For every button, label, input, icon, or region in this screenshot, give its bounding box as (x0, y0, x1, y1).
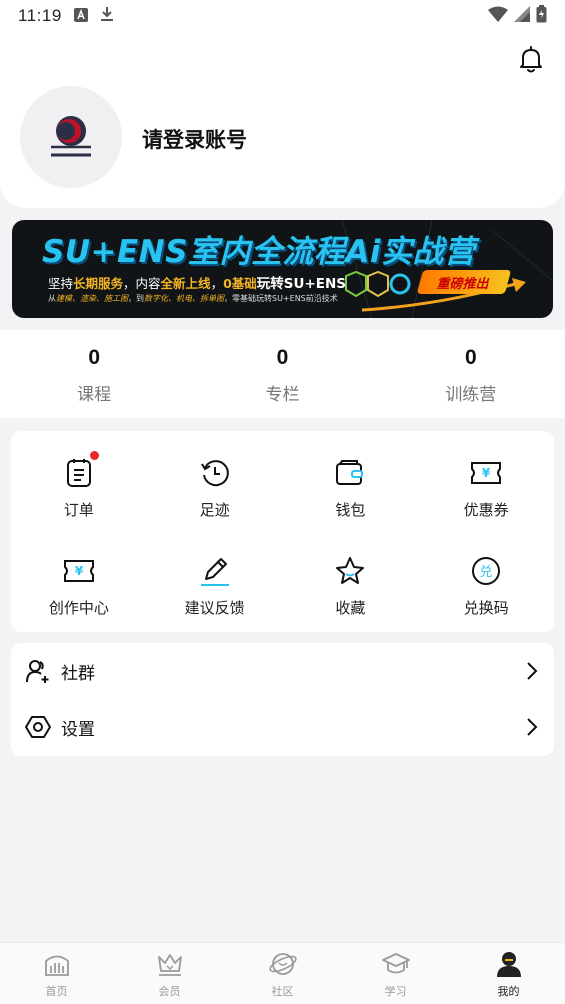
avatar[interactable] (20, 86, 122, 188)
order-icon (63, 451, 99, 489)
svg-text:兑: 兑 (480, 565, 493, 580)
stat-value: 0 (88, 346, 100, 369)
history-icon (199, 457, 231, 489)
tab-label: 学习 (384, 985, 407, 998)
stat-value: 0 (464, 346, 477, 369)
list-item-community[interactable]: 社群 (11, 643, 554, 699)
banner-subtitle: 坚持长期服务，内容全新上线，0基础玩转SU+ENS (48, 276, 347, 292)
stat-camps[interactable]: 0 训练营 (377, 330, 565, 418)
tab-learning[interactable]: 学习 (339, 943, 452, 1004)
stat-columns[interactable]: 0 专栏 (188, 330, 376, 418)
svg-text:¥: ¥ (75, 564, 84, 578)
download-icon (100, 6, 114, 26)
bottom-tab-bar: 首页 会员 社区 学习 我的 (0, 942, 565, 1004)
grid-item-label: 钱包 (335, 501, 366, 519)
grid-item-history[interactable]: 足迹 (147, 457, 283, 535)
bell-icon[interactable] (517, 44, 545, 74)
stat-courses[interactable]: 0 课程 (0, 330, 188, 418)
tab-membership[interactable]: 会员 (113, 943, 226, 1004)
stat-label: 课程 (77, 385, 112, 405)
tab-community[interactable]: 社区 (226, 943, 339, 1004)
tab-home[interactable]: 首页 (0, 943, 113, 1004)
wifi-icon (488, 6, 508, 26)
grid-item-wallet[interactable]: 钱包 (283, 457, 419, 535)
grid-item-redeem[interactable]: 兑 兑换码 (418, 555, 554, 633)
menu-list: 社群 设置 (11, 643, 554, 756)
banner-description: 从建模、渲染、施工图，到数字化、机电、拆单图，零基础玩转SU+ENS前沿技术 (48, 294, 338, 303)
home-icon (42, 949, 72, 979)
tab-label: 首页 (45, 985, 68, 998)
stats-row: 0 课程 0 专栏 0 训练营 (0, 330, 565, 418)
banner-title: SU+ENS室内全流程Ai实战营 (42, 234, 476, 270)
chevron-right-icon (527, 718, 538, 736)
grid-item-label: 建议反馈 (184, 598, 245, 617)
list-item-label: 设置 (61, 719, 95, 740)
login-prompt[interactable]: 请登录账号 (142, 124, 247, 154)
creator-icon: ¥ (63, 555, 95, 587)
grid-item-coupon[interactable]: ¥ 优惠券 (418, 457, 554, 535)
star-icon (334, 555, 366, 587)
grid-item-label: 收藏 (335, 598, 366, 617)
grid-item-order[interactable]: 订单 (11, 451, 147, 535)
redeem-icon: 兑 (470, 555, 502, 587)
signal-icon (514, 6, 530, 26)
font-icon (73, 7, 88, 26)
list-item-label: 社群 (61, 663, 95, 684)
feedback-pen-icon (199, 555, 231, 587)
chevron-right-icon (527, 662, 538, 680)
tab-label: 我的 (497, 985, 520, 998)
settings-icon (25, 714, 51, 740)
community-icon (25, 658, 51, 684)
promo-banner[interactable]: SU+ENS室内全流程Ai实战营 坚持长期服务，内容全新上线，0基础玩转SU+E… (12, 220, 553, 318)
grid-item-label: 优惠券 (463, 501, 509, 519)
graduation-cap-icon (381, 949, 411, 979)
status-bar: 11:19 (0, 0, 565, 32)
wallet-icon (334, 457, 366, 489)
coupon-icon: ¥ (470, 457, 502, 489)
tab-profile[interactable]: 我的 (452, 943, 565, 1004)
planet-icon (268, 949, 298, 979)
grid-item-feedback[interactable]: 建议反馈 (147, 555, 283, 633)
grid-item-label: 足迹 (199, 501, 230, 519)
banner-tag: 重磅推出 (416, 270, 512, 294)
status-time: 11:19 (18, 6, 62, 25)
grid-item-label: 订单 (63, 501, 94, 519)
battery-icon (536, 5, 547, 27)
crown-icon (155, 949, 185, 979)
app-logo-avatar (51, 116, 91, 157)
grid-item-favorites[interactable]: 收藏 (283, 555, 419, 633)
notification-badge (89, 451, 99, 460)
grid-item-creator[interactable]: ¥ 创作中心 (11, 555, 147, 633)
grid-item-label: 兑换码 (463, 598, 509, 617)
feature-grid: 订单 足迹 钱包 ¥ 优惠券 ¥ 创作中心 建议反馈 收藏 兑 兑换码 (11, 431, 554, 632)
banner-logos-icon (345, 270, 411, 298)
tab-label: 社区 (271, 985, 294, 998)
stat-label: 训练营 (445, 385, 497, 405)
grid-item-label: 创作中心 (48, 598, 109, 617)
stat-label: 专栏 (265, 385, 300, 405)
stat-value: 0 (276, 346, 289, 369)
svg-text:¥: ¥ (482, 466, 491, 480)
list-item-settings[interactable]: 设置 (11, 699, 554, 755)
profile-icon (494, 949, 524, 979)
profile-header: 请登录账号 (0, 32, 565, 208)
tab-label: 会员 (158, 985, 181, 998)
